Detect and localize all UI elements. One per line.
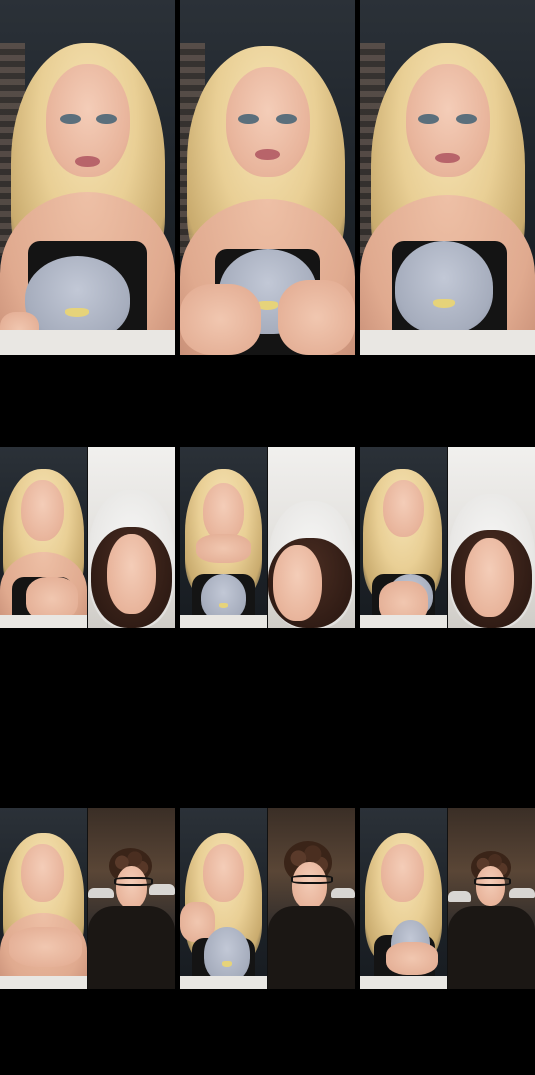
glasses (114, 876, 153, 887)
mouth (435, 152, 460, 164)
video-frame-r3c2 (180, 808, 355, 989)
pane-right (448, 808, 535, 989)
eye-left (237, 113, 259, 125)
face (202, 844, 245, 903)
video-frame-r3c1 (0, 808, 175, 989)
penguin-plush (395, 241, 493, 334)
penguin-plush (200, 573, 247, 621)
pane-right (448, 447, 535, 628)
pane-left (360, 808, 447, 989)
black-hoodie (88, 905, 175, 989)
mouth (255, 149, 280, 160)
eye-left (59, 113, 81, 125)
face (202, 483, 245, 542)
black-hoodie (268, 905, 355, 989)
video-frame-r2c2 (180, 447, 355, 628)
eye-left (417, 113, 439, 125)
glasses (290, 874, 333, 885)
pane-left (0, 808, 87, 989)
pane-right (88, 808, 175, 989)
desk (0, 330, 175, 355)
face (380, 844, 425, 903)
desk (360, 330, 535, 355)
face (465, 537, 515, 618)
face (20, 479, 65, 542)
mouth (75, 156, 100, 167)
face (382, 479, 425, 538)
pane-left (180, 808, 267, 989)
face (225, 67, 310, 178)
parked-car (88, 887, 115, 899)
hands-under-chin (195, 533, 252, 563)
crossed-arms (8, 927, 82, 968)
video-frame-r1c2 (180, 0, 355, 355)
hand (26, 577, 79, 621)
face (292, 862, 328, 910)
hand-left (180, 284, 261, 355)
video-frame-r1c3 (360, 0, 535, 355)
pane-right (268, 447, 355, 628)
parked-car (508, 887, 535, 899)
video-frame-r1c1 (0, 0, 175, 355)
black-hoodie (448, 905, 535, 989)
video-frame-r2c1 (0, 447, 175, 628)
parked-car (448, 891, 471, 903)
pane-right (88, 447, 175, 628)
pane-left (360, 447, 447, 628)
glasses (474, 876, 512, 887)
penguin-plush (24, 255, 130, 341)
parked-car (148, 884, 175, 895)
pane-right (268, 808, 355, 989)
video-frame-r2c3 (360, 447, 535, 628)
parked-car (330, 887, 355, 899)
face (115, 865, 148, 910)
face (20, 844, 65, 903)
penguin-plush (204, 927, 250, 982)
hand (386, 941, 439, 975)
face (273, 544, 322, 621)
video-frame-r3c3 (360, 808, 535, 989)
hand-right (278, 280, 355, 355)
face (107, 533, 156, 614)
pane-left (180, 447, 267, 628)
pane-left (0, 447, 87, 628)
